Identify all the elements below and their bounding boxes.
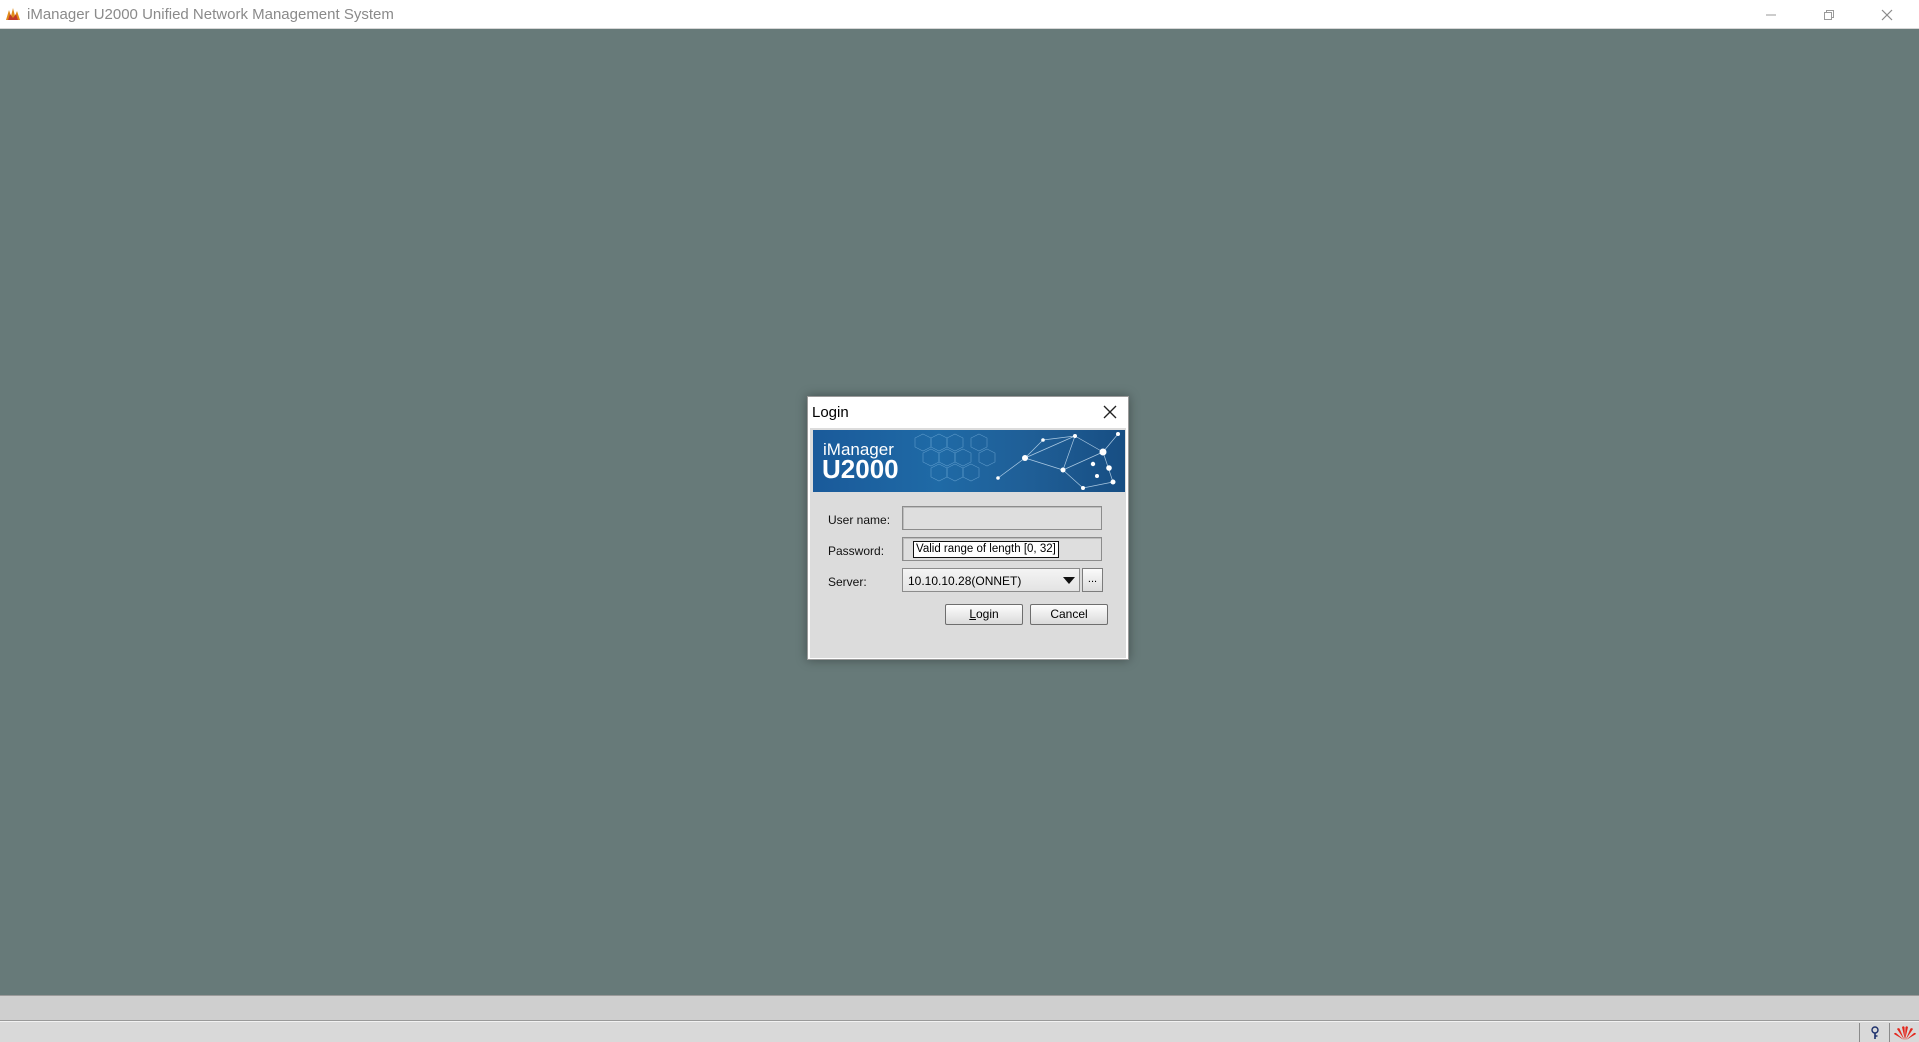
huawei-logo-icon <box>1893 1025 1916 1040</box>
login-button[interactable]: Login <box>945 604 1023 625</box>
chevron-down-icon <box>1063 577 1075 584</box>
username-field[interactable] <box>902 506 1102 530</box>
restore-icon <box>1824 9 1834 20</box>
close-button[interactable] <box>1858 0 1916 29</box>
status-bar <box>0 1021 1919 1042</box>
username-label: User name: <box>828 513 891 527</box>
lock-status-indicator[interactable] <box>1859 1023 1889 1042</box>
huawei-logo <box>1889 1023 1919 1042</box>
server-dropdown[interactable]: 10.10.10.28(ONNET) <box>902 568 1080 592</box>
login-mnemonic: L <box>969 607 976 621</box>
server-browse-button[interactable]: ... <box>1082 568 1103 592</box>
server-selected-value: 10.10.10.28(ONNET) <box>908 574 1022 588</box>
username-input[interactable] <box>903 507 1101 529</box>
title-bar: iManager U2000 Unified Network Managemen… <box>0 0 1919 29</box>
lock-status-icon <box>1870 1025 1879 1039</box>
app-icon <box>5 7 21 21</box>
banner-product-text: U2000 <box>822 454 899 484</box>
login-dialog: Login iManager U2000 User name: Password… <box>807 396 1129 660</box>
restore-button[interactable] <box>1800 0 1858 29</box>
minimize-button[interactable] <box>1742 0 1800 29</box>
dialog-title: Login <box>812 404 849 421</box>
login-label: ogin <box>976 607 999 621</box>
server-label: Server: <box>828 575 867 589</box>
app-window: iManager U2000 Unified Network Managemen… <box>0 0 1919 1042</box>
dialog-body: iManager U2000 User name: Password: Vali… <box>810 428 1126 658</box>
dialog-close-button[interactable] <box>1095 399 1125 425</box>
window-title: iManager U2000 Unified Network Managemen… <box>27 6 394 23</box>
product-banner: iManager U2000 <box>813 430 1125 492</box>
password-field[interactable]: Valid range of length [0, 32] <box>902 537 1102 561</box>
close-icon <box>1103 405 1117 419</box>
status-bar-progress <box>0 995 1919 1021</box>
close-icon <box>1881 9 1893 20</box>
password-label: Password: <box>828 544 885 558</box>
password-tooltip: Valid range of length [0, 32] <box>913 541 1059 558</box>
cancel-button[interactable]: Cancel <box>1030 604 1108 625</box>
minimize-icon <box>1766 14 1776 15</box>
